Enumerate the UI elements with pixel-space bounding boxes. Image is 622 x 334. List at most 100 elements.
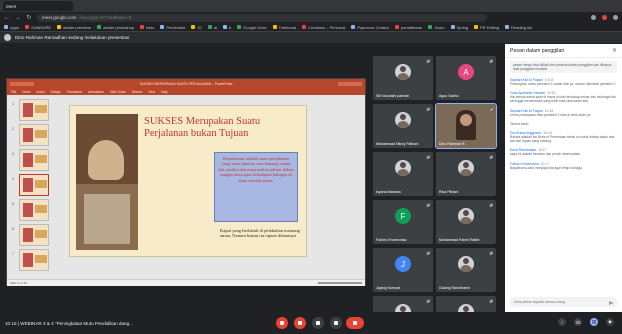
bookmark-item[interactable]: Tinkercad [272,25,296,30]
close-icon[interactable]: ✕ [612,47,617,54]
ribbon-tab[interactable]: Review [132,90,142,94]
chat-panel: Pesan dalam panggilan ✕ pesan hanya bisa… [505,44,622,312]
ribbon-tab[interactable]: Animations [88,90,104,94]
bookmark-icon [237,25,242,29]
bookmark-item[interactable]: Creations – Personal [302,25,345,30]
slide-thumbnail[interactable]: 3 [12,149,49,171]
camera-off-button[interactable] [294,317,306,329]
bookmark-item[interactable]: IG [191,25,202,30]
slide-thumbnail[interactable]: 1 [12,99,49,121]
ribbon-tab[interactable]: Design [51,90,61,94]
slide-number: 1 [12,102,14,106]
ppt-titlebar: SUKSES MERUPAKAN SUATU PERJALANAN – Powe… [7,79,365,88]
slide-status: Slide 4 of 10 [10,281,27,285]
meet-window: Meet ← → ↻ meet.google.com /xxx-yyyy-zzz… [0,0,622,334]
ppt-workspace: 1 2 3 4 5 6 7 SUKSES Merupakan Suatu Perjalana… [7,95,365,279]
bookmark-item[interactable]: Apps [4,25,19,30]
slide-number: 3 [12,152,14,156]
avatar [395,112,411,128]
forward-icon[interactable]: → [15,15,21,21]
bookmark-item[interactable]: Reading list [505,25,532,30]
slide-thumbnail[interactable]: 4 [12,174,49,196]
participant-tile[interactable]: Muhammad Nitroy Fathoni [373,104,433,148]
message-text: Terima kasih [510,121,529,126]
ribbon-tab[interactable]: Home [22,90,31,94]
captions-button[interactable] [312,317,324,329]
slide-thumbnail[interactable]: 6 [12,224,49,246]
bookmark-item[interactable]: ai [207,25,217,30]
slide-canvas: SUKSES Merupakan Suatu Perjalanan bukan … [69,105,307,257]
bookmark-icon [140,25,145,29]
chat-input[interactable] [509,297,618,307]
zoom-slider[interactable] [318,282,362,284]
clock: 10.18 [5,320,17,326]
mic-muted-icon [489,107,493,111]
ribbon-tab[interactable]: Slide Show [110,90,126,94]
chat-icon[interactable]: ▤ [590,318,598,326]
chat-message: Fakhru Khoerunisa 10:17 Bagaimana cara men… [505,160,622,173]
extensions [591,15,618,20]
message-text: Untuk pertanyaan bisa pemateri 2 bisa di… [510,112,591,117]
end-call-button[interactable] [346,317,364,329]
url-host: meet.google.com [42,14,77,20]
mic-muted-icon [489,251,493,255]
bookmark-item[interactable]: Pembrokie [160,25,185,30]
bookmark-label: adobe premiere [63,24,92,30]
participant-tile[interactable]: Dino Rahman R. [435,103,497,149]
record-icon[interactable] [602,15,607,20]
people-icon[interactable]: 25 [574,318,582,326]
bookmark-icon [428,25,433,29]
bookmark-item[interactable]: PR Editing [474,25,499,30]
bookmark-item[interactable]: adobe photoshop [97,25,134,30]
ribbon-tab[interactable]: Transitions [67,90,82,94]
slide-thumbnail[interactable]: 2 [12,124,49,146]
bookmark-item[interactable]: Zoom [428,24,445,30]
bookmark-item[interactable]: SUMSURE [25,25,51,30]
presenting-text: Dino Rahman Ramadhan sedang melakukan pr… [15,35,130,40]
bookmark-item[interactable]: Google Drive [237,25,267,30]
participant-tile[interactable]: Muhammad Fahmi Rabbi [436,200,496,244]
ribbon-tab[interactable]: View [148,90,155,94]
participant-tile[interactable]: F Fakhru Khoerunisa [373,200,433,244]
bookmark-item[interactable]: adobe premiere [57,25,91,30]
participant-tile[interactable]: Risa Pitriani [436,152,496,196]
bookmark-item[interactable]: Paperzoe Creator [351,25,389,30]
mic-off-button[interactable] [276,317,288,329]
bookmark-label: Spring [456,24,469,30]
bookmark-item[interactable]: pendaftaran [394,25,422,30]
browser-tab[interactable]: Meet [3,1,73,11]
slide-thumbnail[interactable]: 5 [12,199,49,221]
info-icon[interactable]: i [558,318,566,326]
participant-tile[interactable]: J Jajang Kurnyat [373,248,433,292]
bookmark-item[interactable]: tr [222,25,231,30]
ribbon-tab[interactable]: Insert [37,90,45,94]
slide-thumbnail[interactable]: 7 [12,249,49,271]
bookmark-item[interactable]: misc [140,25,154,30]
ribbon-tab[interactable]: File [11,90,16,94]
mic-muted-icon [426,155,430,159]
mic-muted-icon [489,59,493,63]
bookmark-item[interactable]: Spring [450,24,469,30]
back-icon[interactable]: ← [4,15,10,21]
chat-message: Dwi Anisa Anggraeni 10:16 Bahwa adakah ibu… [505,129,622,146]
slide-number: 6 [12,227,14,231]
slide-number: 4 [12,177,14,181]
participant-tile[interactable]: A Agus Sadhu [436,56,496,100]
hang-up-icon [353,321,357,325]
extension-icon[interactable] [591,15,596,20]
send-icon[interactable] [609,300,614,305]
address-bar[interactable]: meet.google.com /xxx-yyyy-zzz?authuser=0 [37,13,487,22]
slide-photo [76,114,138,250]
mic-off-icon [280,321,284,325]
present-button[interactable] [330,317,342,329]
activities-icon[interactable]: ◆ [606,318,614,326]
profile-icon[interactable] [613,15,618,20]
reload-icon[interactable]: ↻ [26,15,32,21]
participant-tile[interactable]: Isyana Mariana [373,152,433,196]
ribbon-tab[interactable]: Help [161,90,168,94]
bookmark-label: Zoom [434,24,445,30]
participant-tile[interactable]: Galang Ramdhanin [436,248,496,292]
participant-tile[interactable]: Siti Nurulaini parinah [373,56,433,100]
ppt-title: SUKSES MERUPAKAN SUATU PERJALANAN – Powe… [139,81,233,86]
mic-muted-icon [426,107,430,111]
